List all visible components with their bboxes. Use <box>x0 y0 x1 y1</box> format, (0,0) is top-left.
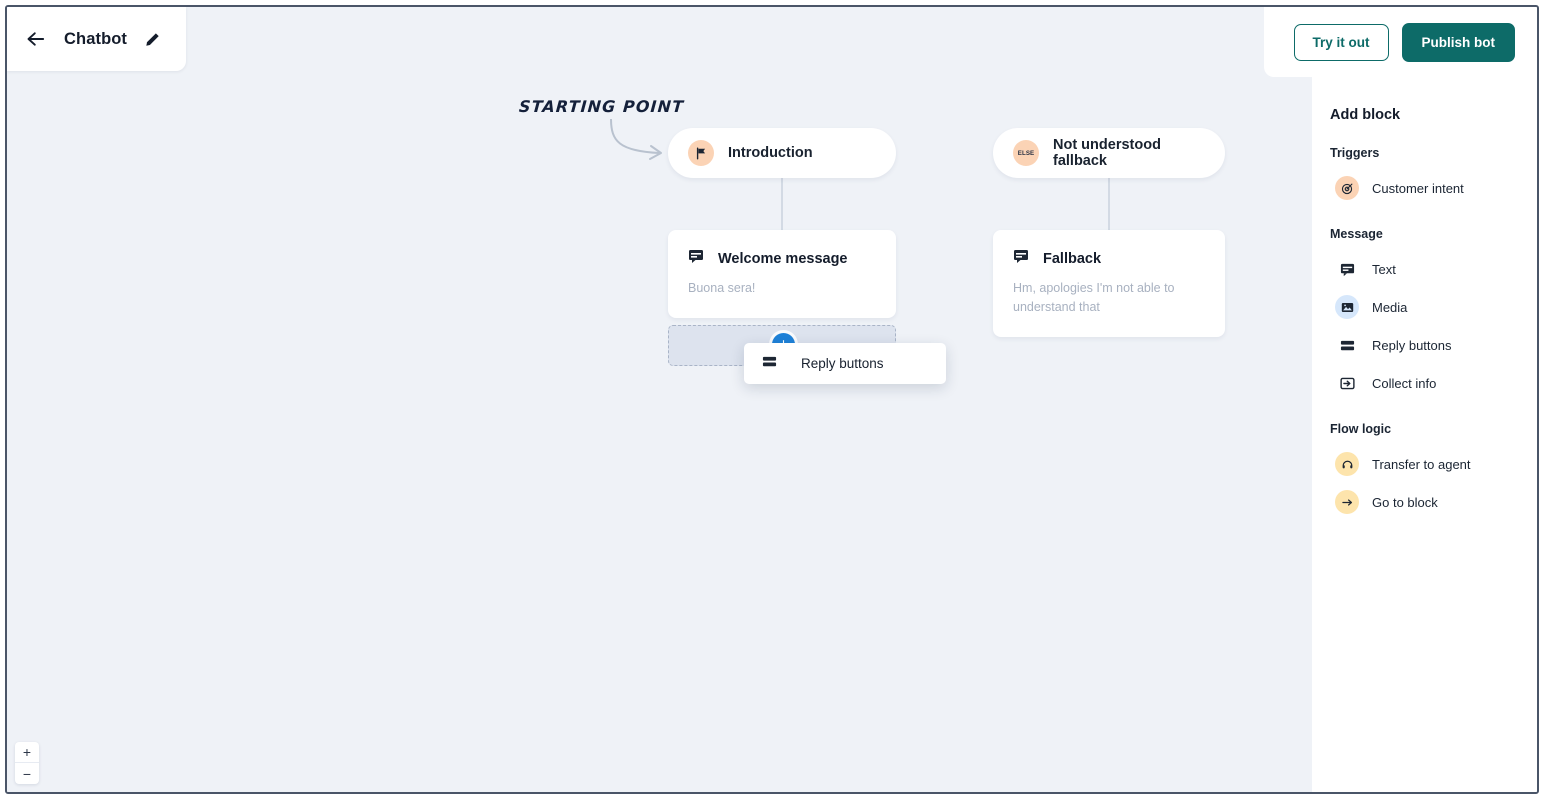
else-badge-text: ELSE <box>1017 149 1035 157</box>
sidebar-item-label: Media <box>1372 299 1408 315</box>
add-block-sidebar: Add block Triggers Customer intent Messa… <box>1312 77 1537 792</box>
sidebar-item-label: Customer intent <box>1372 180 1464 196</box>
app-window: STARTING POINT Introduction ELSE Not und… <box>5 5 1539 794</box>
message-card-welcome[interactable]: Welcome message Buona sera! <box>668 230 896 318</box>
sidebar-item-customer-intent[interactable]: Customer intent <box>1312 169 1537 207</box>
sidebar-item-label: Text <box>1372 261 1396 277</box>
zoom-out-button[interactable]: − <box>15 763 39 784</box>
else-badge-icon: ELSE <box>1013 140 1039 166</box>
starting-point-arrow <box>610 118 662 160</box>
chat-bubble-icon <box>688 248 704 269</box>
sidebar-item-media[interactable]: Media <box>1312 288 1537 326</box>
card-title: Fallback <box>1043 250 1102 267</box>
sidebar-item-transfer-to-agent[interactable]: Transfer to agent <box>1312 445 1537 483</box>
message-card-fallback[interactable]: Fallback Hm, apologies I'm not able to u… <box>993 230 1225 337</box>
card-body-text: Buona sera! <box>688 281 756 295</box>
sidebar-item-text[interactable]: Text <box>1312 250 1537 288</box>
try-it-out-button[interactable]: Try it out <box>1293 23 1389 61</box>
connector-line <box>781 178 783 230</box>
title-bar: Chatbot <box>7 7 187 71</box>
sidebar-item-go-to-block[interactable]: Go to block <box>1312 483 1537 521</box>
sidebar-title: Add block <box>1330 107 1401 123</box>
chat-bubble-icon <box>1335 257 1359 281</box>
flow-node-label: Introduction <box>728 145 813 161</box>
sidebar-group-label: Triggers <box>1330 146 1380 160</box>
page-title: Chatbot <box>64 29 128 48</box>
card-body-text: Hm, apologies I'm not able to understand… <box>1013 281 1175 314</box>
sidebar-group-label: Flow logic <box>1330 422 1392 436</box>
zoom-in-button[interactable]: + <box>15 742 39 763</box>
header-actions: Try it out Publish bot <box>1263 7 1537 77</box>
starting-point-label: STARTING POINT <box>518 97 685 116</box>
card-title: Welcome message <box>718 250 848 267</box>
reply-buttons-icon <box>762 354 777 374</box>
card-header: Fallback <box>993 230 1225 269</box>
publish-bot-button[interactable]: Publish bot <box>1401 22 1515 62</box>
flag-icon <box>688 140 714 166</box>
sidebar-group-flow-logic: Flow logic Transfer to agent Go to block <box>1312 422 1537 521</box>
sidebar-item-label: Go to block <box>1372 494 1438 510</box>
sidebar-item-label: Transfer to agent <box>1372 456 1471 472</box>
sidebar-group-triggers: Triggers Customer intent <box>1312 146 1537 207</box>
sidebar-group-message: Message Text Media Reply buttons Collect… <box>1312 227 1537 402</box>
dragged-block-label: Reply buttons <box>801 356 884 371</box>
flow-node-label: Not understood fallback <box>1053 137 1161 169</box>
image-icon <box>1335 295 1359 319</box>
sidebar-item-collect-info[interactable]: Collect info <box>1312 364 1537 402</box>
flow-canvas[interactable]: STARTING POINT Introduction ELSE Not und… <box>7 7 1312 792</box>
back-arrow-icon[interactable] <box>27 31 46 47</box>
reply-buttons-icon <box>1335 333 1359 357</box>
agent-icon <box>1335 452 1359 476</box>
arrow-right-icon <box>1335 490 1359 514</box>
target-icon <box>1335 176 1359 200</box>
pencil-icon[interactable] <box>145 32 160 47</box>
card-header: Welcome message <box>668 230 896 269</box>
sidebar-item-label: Reply buttons <box>1372 337 1452 353</box>
connector-line <box>1108 178 1110 230</box>
chat-bubble-icon <box>1013 248 1029 269</box>
collect-info-icon <box>1335 371 1359 395</box>
sidebar-item-label: Collect info <box>1372 375 1437 391</box>
flow-node-introduction[interactable]: Introduction <box>668 128 896 178</box>
sidebar-item-reply-buttons[interactable]: Reply buttons <box>1312 326 1537 364</box>
zoom-controls[interactable]: + − <box>15 742 39 784</box>
sidebar-group-label: Message <box>1330 227 1383 241</box>
flow-node-not-understood-fallback[interactable]: ELSE Not understood fallback <box>993 128 1225 178</box>
dragged-block-reply-buttons[interactable]: Reply buttons <box>744 343 946 384</box>
